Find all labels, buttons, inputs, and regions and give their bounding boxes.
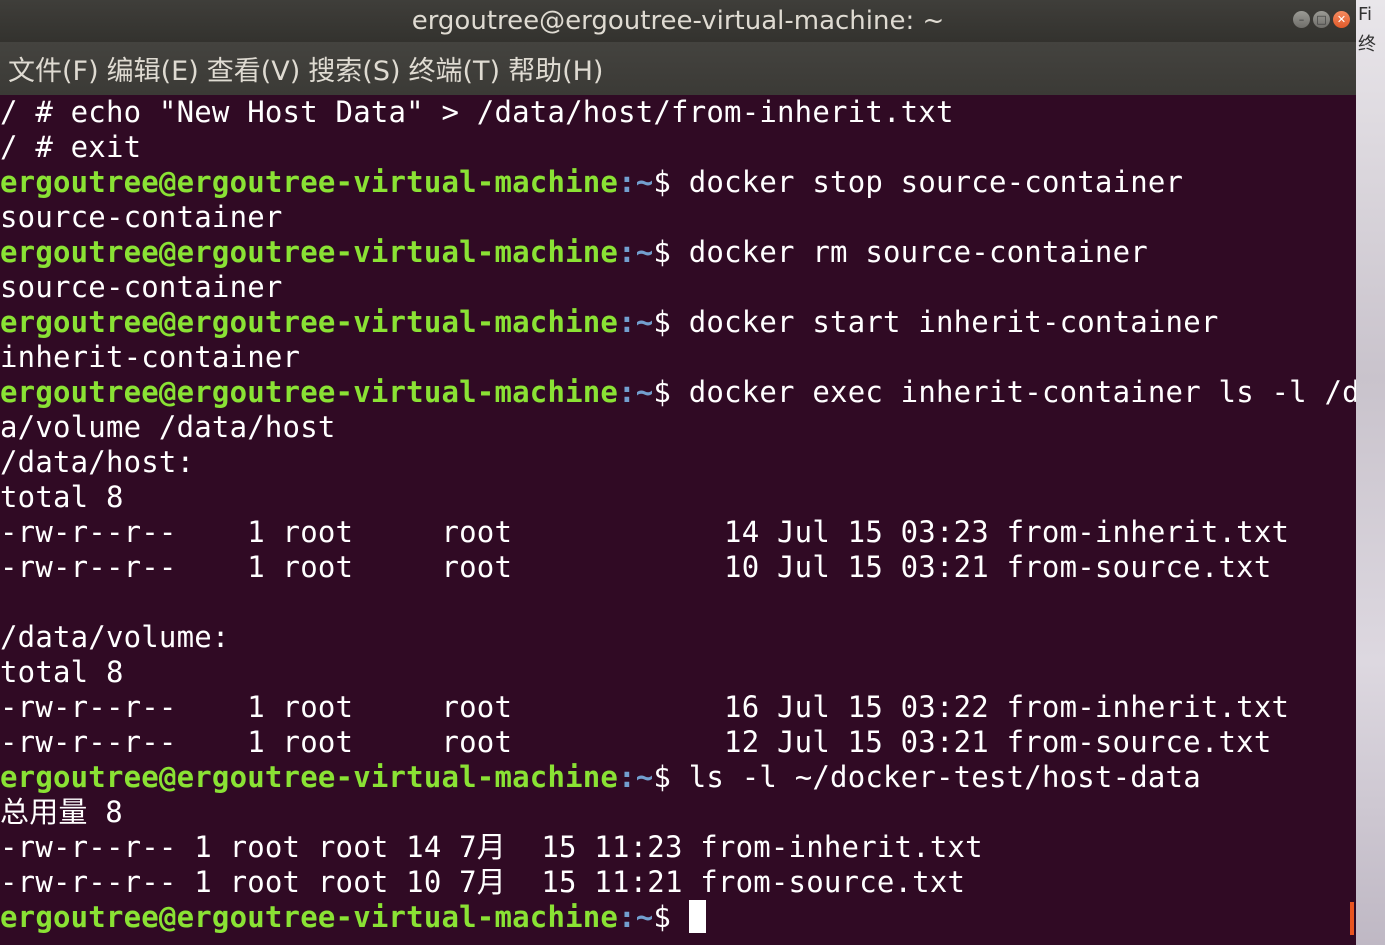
output-line: total 8 [0, 655, 124, 689]
command-text: docker start inherit-container [671, 305, 1219, 339]
output-line: / # echo "New Host Data" > /data/host/fr… [0, 95, 954, 129]
minimize-button[interactable]: – [1293, 11, 1310, 28]
prompt-user-host: ergoutree@ergoutree-virtual-machine [0, 760, 619, 794]
prompt-path: :~ [618, 305, 654, 339]
prompt-path: :~ [618, 165, 654, 199]
background-window-text-2: 终 [1358, 34, 1376, 55]
prompt-path: :~ [618, 375, 654, 409]
command-line: ergoutree@ergoutree-virtual-machine:~$ d… [0, 165, 1356, 200]
output-line: -rw-r--r-- 1 root root 12 Jul 15 03:21 f… [0, 725, 1272, 759]
output-line: -rw-r--r-- 1 root root 10 Jul 15 03:21 f… [0, 550, 1272, 584]
prompt-symbol: $ [653, 375, 672, 409]
menu-search[interactable]: 搜索(S) [308, 49, 400, 88]
prompt-symbol: $ [653, 305, 672, 339]
command-text [671, 900, 689, 934]
close-button[interactable]: ✕ [1333, 11, 1350, 28]
output-line: 总用量 8 [0, 795, 123, 829]
command-text: docker exec inherit-container ls -l /dat [671, 375, 1385, 409]
command-line: ergoutree@ergoutree-virtual-machine:~$ d… [0, 305, 1356, 340]
output-line: -rw-r--r-- 1 root root 16 Jul 15 03:22 f… [0, 690, 1290, 724]
menu-help[interactable]: 帮助(H) [508, 49, 603, 88]
output-line: source-container [0, 270, 283, 304]
window-controls: – □ ✕ [1293, 11, 1350, 28]
menu-bar: 文件(F) 编辑(E) 查看(V) 搜索(S) 终端(T) 帮助(H) [0, 42, 1356, 95]
menu-terminal[interactable]: 终端(T) [409, 49, 501, 88]
output-line: inherit-container [0, 340, 301, 374]
command-text: ls -l ~/docker-test/host-data [671, 760, 1201, 794]
command-line: ergoutree@ergoutree-virtual-machine:~$ d… [0, 235, 1356, 270]
window-title: ergoutree@ergoutree-virtual-machine: ~ [411, 6, 945, 36]
maximize-button[interactable]: □ [1313, 11, 1330, 28]
text-cursor[interactable] [688, 900, 706, 933]
output-line: a/volume /data/host [0, 410, 336, 444]
prompt-user-host: ergoutree@ergoutree-virtual-machine [0, 165, 619, 199]
prompt-user-host: ergoutree@ergoutree-virtual-machine [0, 235, 619, 269]
output-line: / # exit [0, 130, 142, 164]
background-window-text-1: Fi [1358, 4, 1373, 25]
prompt-user-host: ergoutree@ergoutree-virtual-machine [0, 305, 619, 339]
prompt-path: :~ [618, 900, 654, 934]
prompt-symbol: $ [653, 235, 672, 269]
terminal-output[interactable]: / # echo "New Host Data" > /data/host/fr… [0, 95, 1385, 945]
command-line: ergoutree@ergoutree-virtual-machine:~$ l… [0, 760, 1356, 795]
command-line: ergoutree@ergoutree-virtual-machine:~$ [0, 900, 1356, 935]
command-text: docker rm source-container [671, 235, 1148, 269]
prompt-user-host: ergoutree@ergoutree-virtual-machine [0, 375, 619, 409]
output-line: /data/host: [0, 445, 195, 479]
command-text: docker stop source-container [671, 165, 1184, 199]
menu-edit[interactable]: 编辑(E) [107, 49, 199, 88]
background-window-edge: Fi 终 [1358, 0, 1376, 60]
prompt-path: :~ [618, 235, 654, 269]
title-bar[interactable]: ergoutree@ergoutree-virtual-machine: ~ –… [0, 0, 1356, 42]
output-line: -rw-r--r-- 1 root root 14 Jul 15 03:23 f… [0, 515, 1290, 549]
output-line: -rw-r--r-- 1 root root 14 7月 15 11:23 fr… [0, 830, 983, 864]
output-line: total 8 [0, 480, 124, 514]
prompt-user-host: ergoutree@ergoutree-virtual-machine [0, 900, 619, 934]
scrollbar-indicator[interactable] [1350, 902, 1354, 935]
menu-file[interactable]: 文件(F) [8, 49, 99, 88]
output-line: -rw-r--r-- 1 root root 10 7月 15 11:21 fr… [0, 865, 966, 899]
prompt-symbol: $ [653, 900, 672, 934]
command-line: ergoutree@ergoutree-virtual-machine:~$ d… [0, 375, 1385, 410]
terminal-window[interactable]: ergoutree@ergoutree-virtual-machine: ~ –… [0, 0, 1385, 945]
prompt-symbol: $ [653, 165, 672, 199]
output-line: source-container [0, 200, 283, 234]
desktop-background [1356, 0, 1385, 945]
prompt-path: :~ [618, 760, 654, 794]
menu-view[interactable]: 查看(V) [207, 49, 301, 88]
output-line: /data/volume: [0, 620, 230, 654]
prompt-symbol: $ [653, 760, 672, 794]
